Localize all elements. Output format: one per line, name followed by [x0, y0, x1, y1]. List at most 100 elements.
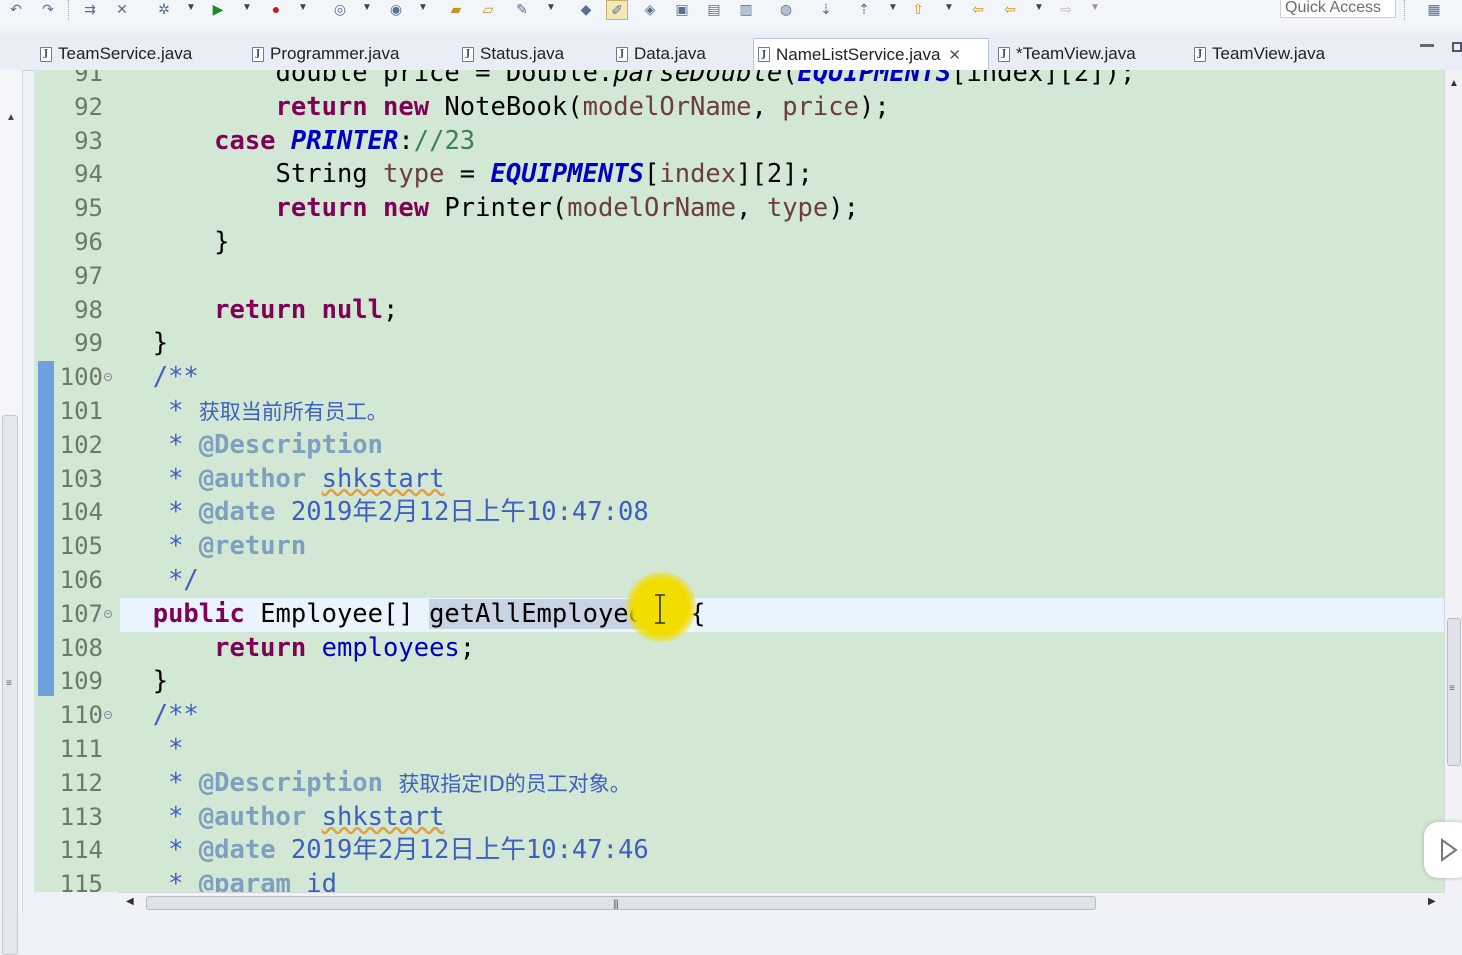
horizontal-scrollbar[interactable]: ◀ ||| ▶ [118, 892, 1444, 914]
chevron-down-icon[interactable]: ▼ [242, 2, 252, 13]
scroll-thumb[interactable]: ≡ [1447, 618, 1461, 766]
code-line[interactable]: 113 * @author shkstart [34, 801, 1444, 835]
code-line[interactable]: 92 return new NoteBook(modelOrName, pric… [34, 91, 1444, 125]
code-line[interactable]: 111 * [34, 733, 1444, 767]
code-token: Employee[] [244, 598, 430, 629]
globe-icon[interactable]: ◍ [776, 0, 796, 18]
code-line[interactable]: 112 * @Description 获取指定ID的员工对象。 [34, 767, 1444, 801]
mark-occurrences-icon[interactable]: ✐ [606, 0, 628, 20]
tab-programmer[interactable]: J Programmer.java [248, 38, 448, 70]
chevron-down-icon[interactable]: ▼ [418, 2, 428, 13]
code-line[interactable]: 98 return null; [34, 294, 1444, 328]
code-line[interactable]: 106 */ [34, 564, 1444, 598]
scroll-right-icon[interactable]: ▶ [1428, 896, 1436, 907]
open-task-icon[interactable]: ▱ [478, 0, 498, 18]
next-annotation-icon[interactable]: ⇣ [816, 0, 836, 18]
chevron-down-icon[interactable]: ▼ [298, 2, 308, 13]
javadoc-text: 获取当前所有员工。 [198, 400, 388, 424]
code-line[interactable]: 102 * @Description [34, 429, 1444, 463]
line-number: 109 [59, 667, 103, 696]
method-name: getAllEmployees [429, 598, 660, 629]
back-icon[interactable]: ⇦ [968, 0, 988, 18]
chevron-down-icon[interactable]: ▼ [1090, 2, 1100, 13]
skip-breakpoints-icon[interactable]: ✕ [112, 0, 132, 18]
code-line[interactable]: 100 − /** [34, 361, 1444, 395]
redo-icon[interactable]: ↷ [38, 0, 58, 18]
code-line[interactable]: 94 String type = EQUIPMENTS[index][2]; [34, 158, 1444, 192]
chevron-down-icon[interactable]: ▼ [362, 2, 372, 13]
code-line[interactable]: 115 * @param id [34, 868, 1444, 892]
new-java-project-icon[interactable]: ◎ [330, 0, 350, 18]
fold-toggle-icon[interactable]: − [104, 373, 112, 382]
open-type-icon[interactable]: ▰ [446, 0, 466, 18]
code-line[interactable]: 95 return new Printer(modelOrName, type)… [34, 192, 1444, 226]
code-token: String [275, 159, 383, 190]
code-line[interactable]: 97 [34, 260, 1444, 294]
code-line[interactable]: 109 } [34, 665, 1444, 699]
fold-toggle-icon[interactable]: − [104, 711, 112, 720]
chevron-up-icon[interactable]: ▲ [6, 112, 16, 123]
fold-toggle-icon[interactable]: − [104, 609, 112, 618]
code-line[interactable]: 104 * @date 2019年2月12日上午10:47:08 [34, 496, 1444, 530]
code-line[interactable]: 114 * @date 2019年2月12日上午10:47:46 [34, 834, 1444, 868]
code-token: double price = Double. [275, 70, 614, 88]
code-line[interactable]: 101 * 获取当前所有员工。 [34, 395, 1444, 429]
chevron-down-icon[interactable]: ▼ [186, 2, 196, 13]
maximize-icon[interactable] [1452, 42, 1462, 52]
forward-icon[interactable]: ⇨ [1056, 0, 1076, 18]
code-token: [ [644, 159, 660, 190]
line-number: 93 [74, 126, 103, 155]
keyword: public [152, 598, 245, 629]
code-line[interactable]: 105 * @return [34, 530, 1444, 564]
last-edit-icon[interactable]: ⇧ [908, 0, 928, 18]
constant: EQUIPMENTS [490, 159, 645, 190]
undo-icon[interactable]: ↶ [6, 0, 26, 18]
search-icon[interactable]: ✎ [512, 0, 532, 18]
left-scrollbar[interactable]: ≡ [2, 415, 18, 955]
code-line[interactable]: 99 } [34, 327, 1444, 361]
chevron-down-icon[interactable]: ▼ [546, 2, 556, 13]
previous-annotation-icon[interactable]: ⇡ [854, 0, 874, 18]
show-whitespace-icon-2[interactable]: ▤ [704, 0, 724, 18]
code-line[interactable]: 107 − public Employee[] getAllEmployees(… [34, 598, 1444, 632]
tab-teamservice[interactable]: J TeamService.java [36, 38, 246, 70]
new-class-icon[interactable]: ◉ [386, 0, 406, 18]
code-line[interactable]: 93 case PRINTER://23 [34, 125, 1444, 159]
tab-status[interactable]: J Status.java [458, 38, 608, 70]
open-perspective-icon[interactable]: ▦ [1424, 0, 1444, 18]
code-line[interactable]: 103 * @author shkstart [34, 463, 1444, 497]
run-icon[interactable]: ▶ [208, 0, 228, 18]
pin-editor-icon[interactable]: ▥ [736, 0, 756, 18]
keyword: return null [214, 294, 384, 325]
line-number: 115 [59, 870, 103, 892]
toggle-annotation-icon[interactable]: ◆ [576, 0, 596, 18]
close-icon[interactable]: ✕ [948, 46, 961, 64]
tab-data[interactable]: J Data.java [612, 38, 752, 70]
scroll-left-icon[interactable]: ◀ [126, 896, 134, 907]
show-whitespace-icon[interactable]: ▣ [672, 0, 692, 18]
vertical-scrollbar[interactable]: ▲ ≡ [1444, 70, 1462, 892]
code-line[interactable]: 110 − /** [34, 699, 1444, 733]
chevron-down-icon[interactable]: ▼ [888, 2, 898, 13]
code-line[interactable]: 108 return employees; [34, 632, 1444, 666]
back-history-icon[interactable]: ⇦ [1000, 0, 1020, 18]
code-line[interactable]: 96 } [34, 226, 1444, 260]
external-tools-icon[interactable]: ● [266, 0, 286, 18]
tab-teamview[interactable]: J TeamView.java [1190, 38, 1370, 70]
video-overlay-button[interactable] [1424, 822, 1462, 878]
line-number: 99 [74, 329, 103, 358]
block-selection-icon[interactable]: ◈ [640, 0, 660, 18]
debug-icon[interactable]: ✲ [154, 0, 174, 18]
code-editor[interactable]: 91 double price = Double.parseDouble(EQU… [34, 70, 1444, 892]
scroll-up-icon[interactable]: ▲ [1449, 78, 1459, 89]
wrap-icon[interactable]: ⇉ [80, 0, 100, 18]
chevron-down-icon[interactable]: ▼ [1034, 2, 1044, 13]
code-line[interactable]: 91 double price = Double.parseDouble(EQU… [34, 70, 1444, 91]
scroll-thumb[interactable]: ||| [146, 896, 1096, 910]
javadoc-token: * [152, 497, 199, 528]
quick-access-field[interactable]: Quick Access [1280, 0, 1396, 18]
tab-namelistservice[interactable]: J NameListService.java ✕ [753, 38, 989, 70]
tab-teamview-dirty[interactable]: J *TeamView.java [994, 38, 1184, 70]
minimize-icon[interactable] [1420, 44, 1434, 47]
chevron-down-icon[interactable]: ▼ [944, 2, 954, 13]
